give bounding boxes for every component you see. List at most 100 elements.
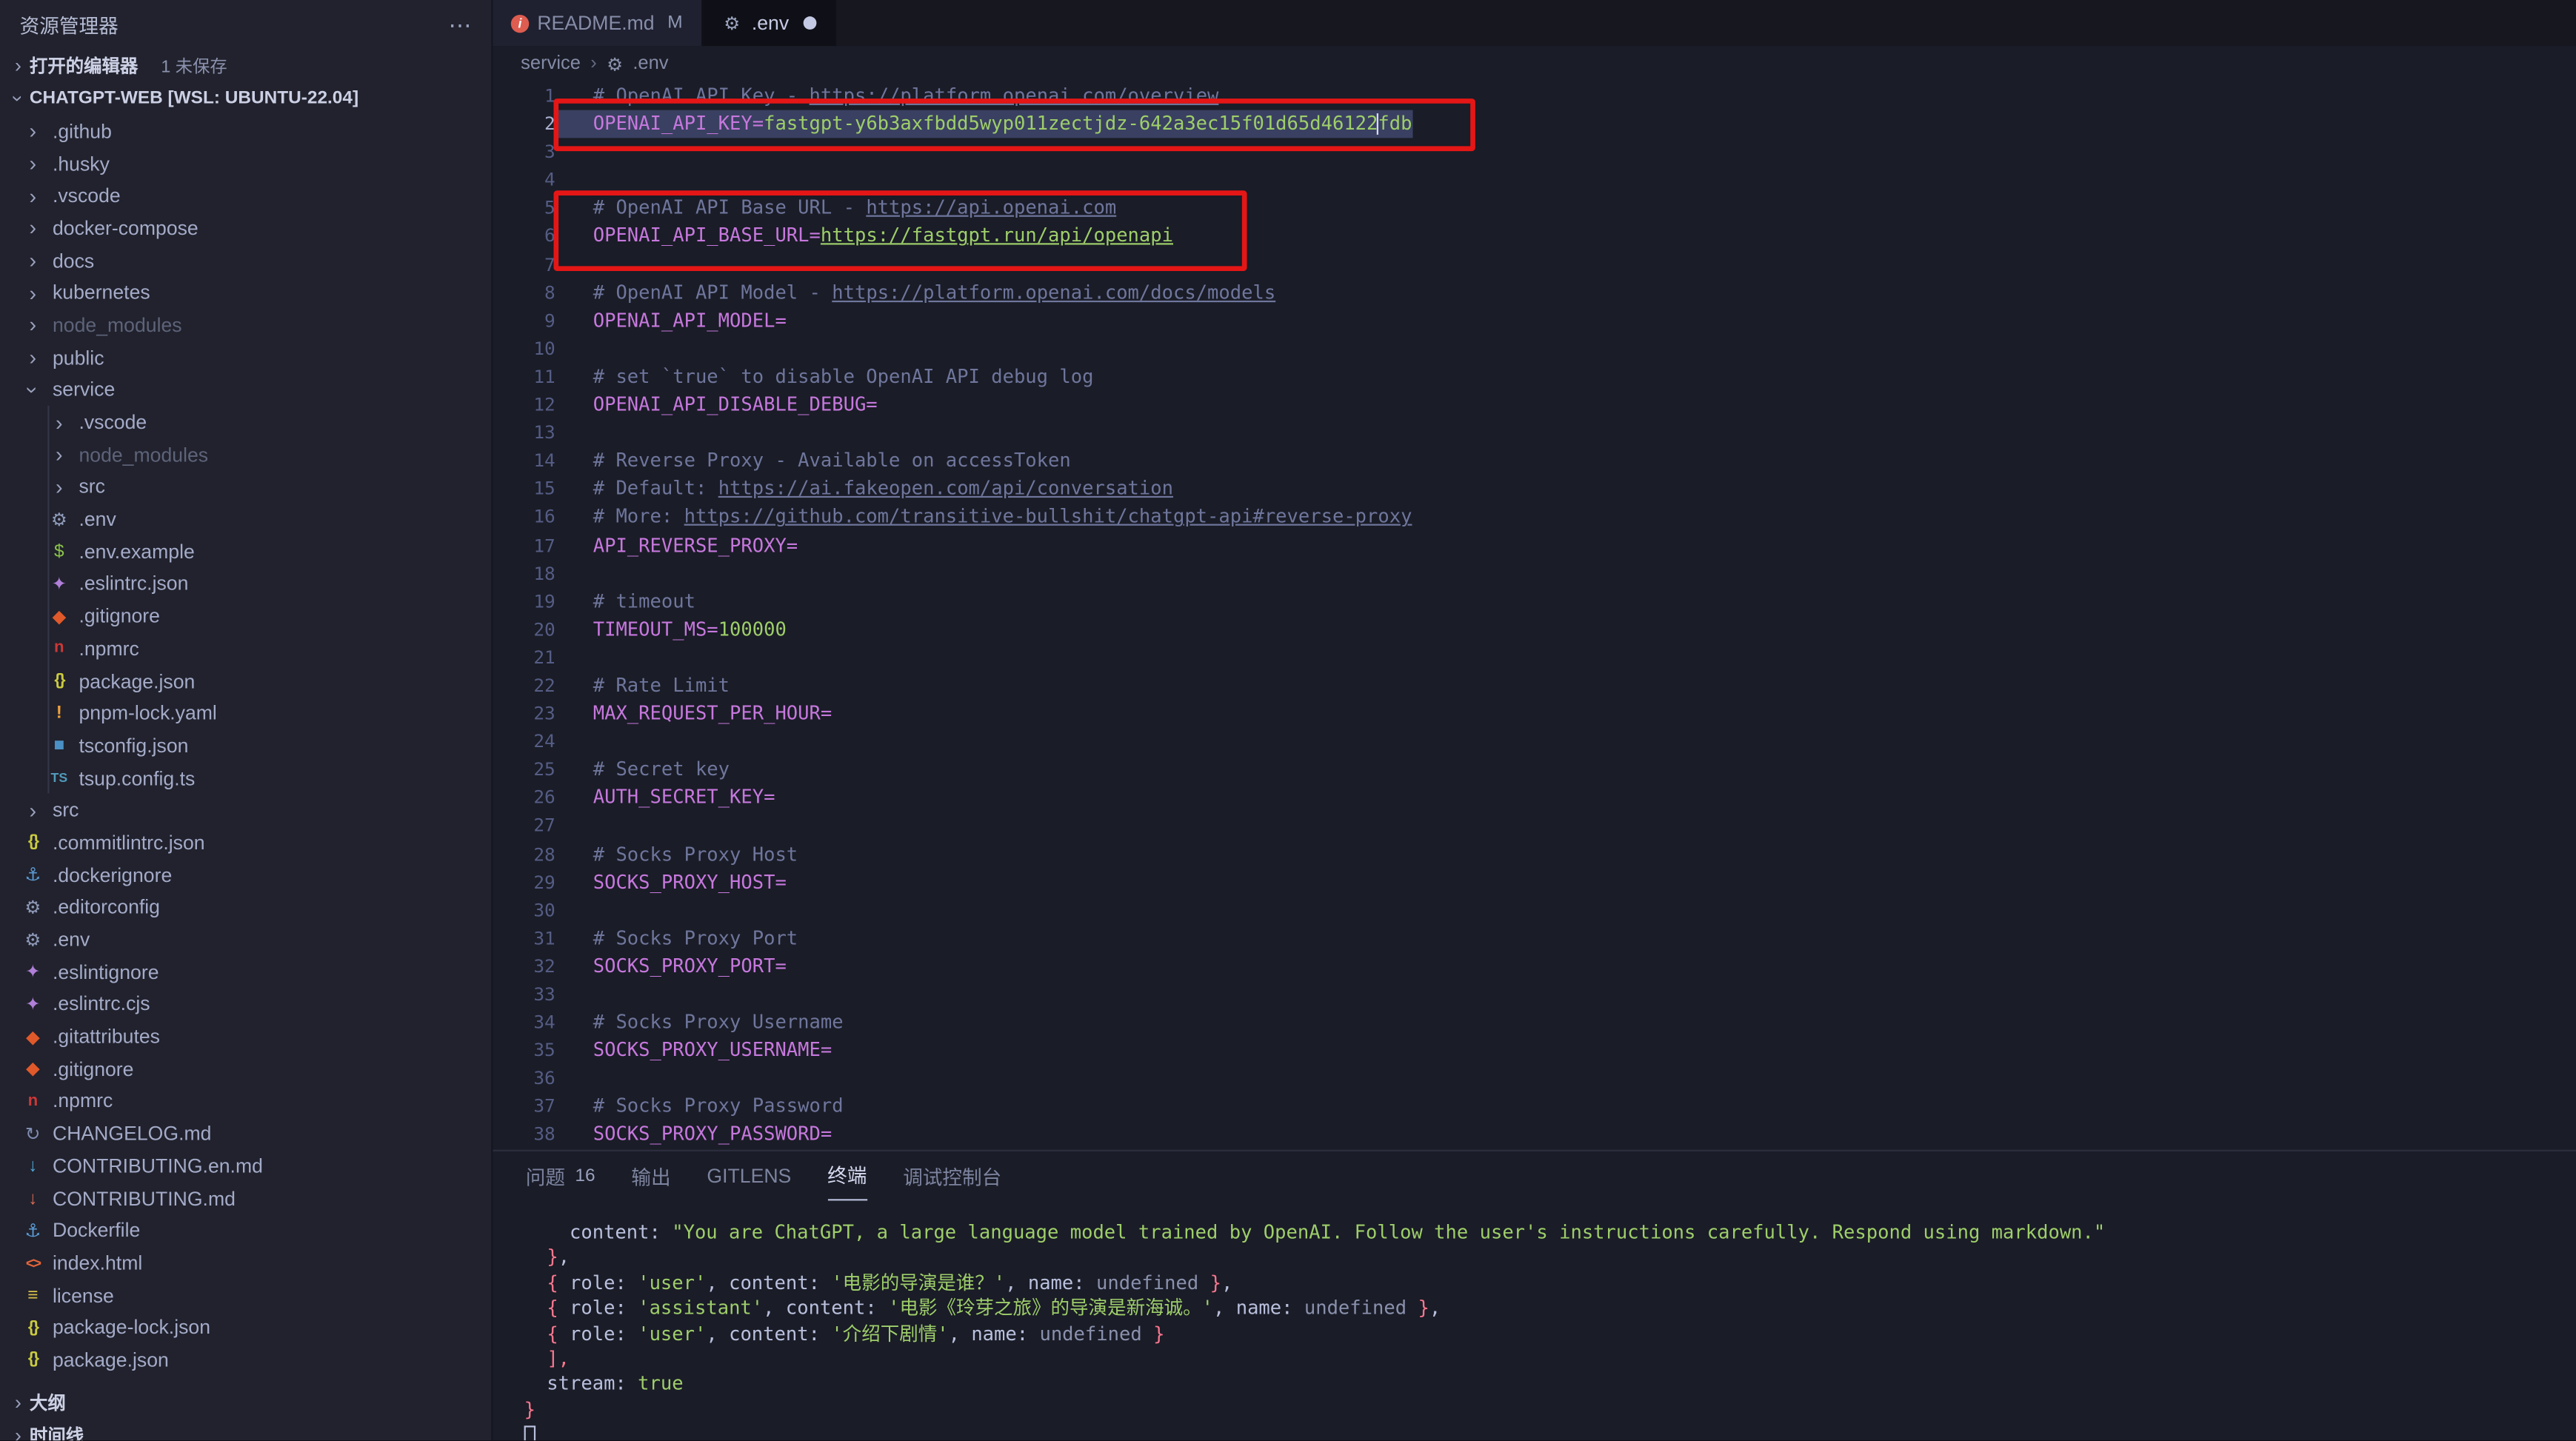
tree-folder-src[interactable]: ›src: [0, 471, 491, 504]
sidebar-section-outline[interactable]: ›大纲: [0, 1386, 491, 1419]
code-line-8[interactable]: 8# OpenAI API Model - https://platform.o…: [493, 278, 2576, 307]
tree-file-.gitignore[interactable]: ◆.gitignore: [0, 600, 491, 632]
code-line-29[interactable]: 29SOCKS_PROXY_HOST=: [493, 869, 2576, 897]
code-line-18[interactable]: 18: [493, 559, 2576, 587]
panel-tab-output[interactable]: 输出: [631, 1152, 670, 1200]
code-line-27[interactable]: 27: [493, 812, 2576, 840]
code-line-24[interactable]: 24: [493, 728, 2576, 756]
tree-file-.gitattributes[interactable]: ◆.gitattributes: [0, 1020, 491, 1053]
code-line-38[interactable]: 38SOCKS_PROXY_PASSWORD=: [493, 1121, 2576, 1149]
tree-file-Dockerfile[interactable]: ⚓Dockerfile: [0, 1214, 491, 1247]
editor-tab-env[interactable]: ⚙.env: [702, 0, 836, 46]
tree-file-package.json[interactable]: {}package.json: [0, 1344, 491, 1377]
tree-folder-src[interactable]: ›src: [0, 794, 491, 826]
tree-file-.gitignore[interactable]: ◆.gitignore: [0, 1053, 491, 1086]
tree-folder-.github[interactable]: ›.github: [0, 115, 491, 147]
code-line-13[interactable]: 13: [493, 419, 2576, 447]
tree-item-label: kubernetes: [53, 281, 150, 304]
tree-file-.npmrc[interactable]: n.npmrc: [0, 632, 491, 665]
code-line-15[interactable]: 15# Default: https://ai.fakeopen.com/api…: [493, 475, 2576, 504]
tree-folder-node_modules[interactable]: ›node_modules: [0, 309, 491, 341]
sidebar-section-timeline[interactable]: ›时间线: [0, 1419, 491, 1441]
code-line-21[interactable]: 21: [493, 643, 2576, 672]
code-token: https://platform.openai.com/docs/models: [832, 281, 1275, 304]
code-line-26[interactable]: 26AUTH_SECRET_KEY=: [493, 784, 2576, 812]
explorer-header: 资源管理器 ⋯: [0, 0, 491, 50]
tree-file-.eslintrc.json[interactable]: ✦.eslintrc.json: [0, 568, 491, 601]
code-line-34[interactable]: 34# Socks Proxy Username: [493, 1009, 2576, 1037]
code-line-4[interactable]: 4: [493, 167, 2576, 195]
panel-tab-gitlens[interactable]: GITLENS: [707, 1152, 791, 1200]
code-line-30[interactable]: 30: [493, 896, 2576, 924]
tree-folder-.vscode[interactable]: ›.vscode: [0, 180, 491, 213]
tree-file-package-lock.json[interactable]: {}package-lock.json: [0, 1311, 491, 1344]
code-token: TIMEOUT_MS=: [593, 618, 718, 641]
code-line-10[interactable]: 10: [493, 335, 2576, 363]
panel-tab-terminal[interactable]: 终端: [827, 1152, 867, 1200]
code-line-11[interactable]: 11# set `true` to disable OpenAI API deb…: [493, 363, 2576, 391]
tree-folder-docker-compose[interactable]: ›docker-compose: [0, 212, 491, 244]
tree-file-.editorconfig[interactable]: ⚙.editorconfig: [0, 891, 491, 923]
code-line-1[interactable]: 1# OpenAI API Key - https://platform.ope…: [493, 82, 2576, 110]
tree-folder-.vscode[interactable]: ›.vscode: [0, 406, 491, 438]
code-line-3[interactable]: 3: [493, 138, 2576, 167]
tree-file-.eslintrc.cjs[interactable]: ✦.eslintrc.cjs: [0, 988, 491, 1020]
tree-file-.commitlintrc.json[interactable]: {}.commitlintrc.json: [0, 826, 491, 859]
tree-file-package.json[interactable]: {}package.json: [0, 665, 491, 698]
code-line-31[interactable]: 31# Socks Proxy Port: [493, 924, 2576, 952]
tree-file-.dockerignore[interactable]: ⚓.dockerignore: [0, 859, 491, 892]
editor-tab-readme-md[interactable]: iREADME.mdM: [493, 0, 702, 46]
tree-file-pnpm-lock.yaml[interactable]: !pnpm-lock.yaml: [0, 697, 491, 729]
code-line-22[interactable]: 22# Rate Limit: [493, 672, 2576, 700]
code-line-5[interactable]: 5# OpenAI API Base URL - https://api.ope…: [493, 195, 2576, 223]
code-line-6[interactable]: 6OPENAI_API_BASE_URL=https://fastgpt.run…: [493, 222, 2576, 250]
code-line-14[interactable]: 14# Reverse Proxy - Available on accessT…: [493, 447, 2576, 475]
tree-folder-node_modules[interactable]: ›node_modules: [0, 438, 491, 471]
tree-file-.npmrc[interactable]: n.npmrc: [0, 1085, 491, 1117]
code-line-20[interactable]: 20TIMEOUT_MS=100000: [493, 615, 2576, 643]
code-line-9[interactable]: 9OPENAI_API_MODEL=: [493, 307, 2576, 335]
tree-file-.env[interactable]: ⚙.env: [0, 923, 491, 956]
sidebar-section-project[interactable]: › CHATGPT-WEB [WSL: UBUNTU-22.04]: [0, 82, 491, 115]
line-number: 2: [493, 110, 555, 138]
code-line-35[interactable]: 35SOCKS_PROXY_USERNAME=: [493, 1037, 2576, 1065]
panel-tab-debug-console[interactable]: 调试控制台: [903, 1152, 1001, 1200]
terminal-output[interactable]: content: "You are ChatGPT, a large langu…: [493, 1200, 2576, 1441]
tree-folder-docs[interactable]: ›docs: [0, 244, 491, 277]
code-line-12[interactable]: 12OPENAI_API_DISABLE_DEBUG=: [493, 391, 2576, 419]
tree-file-index.html[interactable]: <>index.html: [0, 1247, 491, 1280]
code-line-37[interactable]: 37# Socks Proxy Password: [493, 1093, 2576, 1121]
breadcrumb-item-file[interactable]: .env: [633, 54, 668, 74]
tree-file-CONTRIBUTING.en.md[interactable]: ↓CONTRIBUTING.en.md: [0, 1150, 491, 1183]
sidebar-section-open-editors[interactable]: › 打开的编辑器 1 未保存: [0, 50, 491, 82]
tree-file-CONTRIBUTING.md[interactable]: ↓CONTRIBUTING.md: [0, 1182, 491, 1214]
tree-file-.env.example[interactable]: $.env.example: [0, 535, 491, 568]
code-line-33[interactable]: 33: [493, 980, 2576, 1009]
more-actions-icon[interactable]: ⋯: [449, 10, 472, 39]
tree-file-.eslintignore[interactable]: ✦.eslintignore: [0, 956, 491, 989]
editor-code-area[interactable]: 1# OpenAI API Key - https://platform.ope…: [493, 82, 2576, 1150]
tree-file-license[interactable]: ≡license: [0, 1279, 491, 1311]
tree-file-tsconfig.json[interactable]: ■tsconfig.json: [0, 729, 491, 762]
code-line-2[interactable]: 2OPENAI_API_KEY=fastgpt-y6b3axfbdd5wyp01…: [493, 110, 2576, 138]
tree-item-label: tsup.config.ts: [79, 766, 195, 789]
tree-file-.env[interactable]: ⚙.env: [0, 503, 491, 535]
panel-tab-problems[interactable]: 问题16: [526, 1152, 595, 1200]
code-line-32[interactable]: 32SOCKS_PROXY_PORT=: [493, 952, 2576, 980]
code-line-7[interactable]: 7: [493, 250, 2576, 278]
code-line-23[interactable]: 23MAX_REQUEST_PER_HOUR=: [493, 700, 2576, 728]
breadcrumb-item-folder[interactable]: service: [521, 54, 581, 74]
tree-file-tsup.config.ts[interactable]: TStsup.config.ts: [0, 762, 491, 795]
code-line-16[interactable]: 16# More: https://github.com/transitive-…: [493, 504, 2576, 532]
code-line-36[interactable]: 36: [493, 1065, 2576, 1093]
code-line-28[interactable]: 28# Socks Proxy Host: [493, 840, 2576, 869]
line-content: OPENAI_API_MODEL=: [555, 307, 787, 335]
tree-folder-.husky[interactable]: ›.husky: [0, 147, 491, 180]
code-line-25[interactable]: 25# Secret key: [493, 756, 2576, 784]
tree-folder-kubernetes[interactable]: ›kubernetes: [0, 277, 491, 310]
tree-folder-public[interactable]: ›public: [0, 341, 491, 374]
code-line-17[interactable]: 17API_REVERSE_PROXY=: [493, 532, 2576, 560]
code-line-19[interactable]: 19# timeout: [493, 587, 2576, 615]
tree-file-CHANGELOG.md[interactable]: ↻CHANGELOG.md: [0, 1117, 491, 1150]
tree-folder-service[interactable]: ›service: [0, 374, 491, 407]
